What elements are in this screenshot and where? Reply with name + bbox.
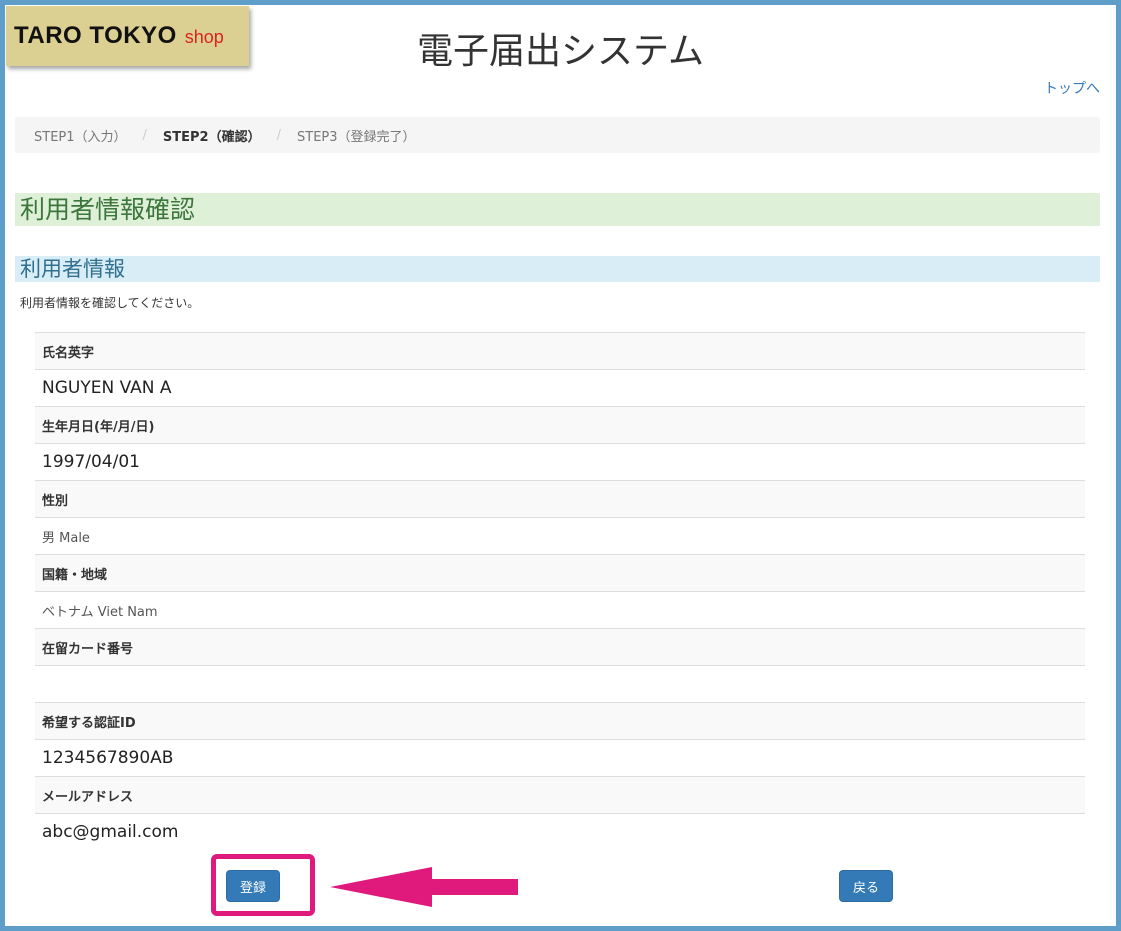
step-2-current: STEP2（確認）	[162, 129, 261, 145]
field-label-birthdate: 生年月日(年/月/日)	[35, 406, 1085, 443]
field-label-nationality: 国籍・地域	[35, 554, 1085, 591]
back-button[interactable]: 戻る	[839, 870, 893, 902]
field-value-name: NGUYEN VAN A	[35, 369, 1085, 406]
field-value-nationality: ベトナム Viet Nam	[35, 591, 1085, 628]
step-separator: /	[142, 127, 147, 143]
register-button[interactable]: 登録	[226, 870, 280, 902]
field-value-auth-id: 1234567890AB	[35, 739, 1085, 776]
step-3: STEP3（登録完了）	[297, 129, 416, 145]
field-value-birthdate: 1997/04/01	[35, 443, 1085, 480]
field-value-email: abc@gmail.com	[35, 813, 1085, 850]
section-title: 利用者情報	[15, 256, 1100, 282]
auth-id-value: 1234567890AB	[42, 748, 174, 768]
step-1: STEP1（入力）	[34, 129, 127, 145]
birthdate-value: 1997/04/01	[42, 452, 140, 472]
field-value-residence-card	[35, 665, 1085, 702]
user-info-table: 氏名英字 NGUYEN VAN A 生年月日(年/月/日) 1997/04/01…	[35, 332, 1085, 850]
system-title: 電子届出システム	[417, 31, 704, 72]
top-page-link[interactable]: トップへ	[1044, 78, 1100, 98]
pointer-arrow-icon	[330, 867, 518, 907]
field-label-email: メールアドレス	[35, 776, 1085, 813]
step-breadcrumb: STEP1（入力） / STEP2（確認） / STEP3（登録完了）	[15, 117, 1100, 153]
gender-value: 男 Male	[42, 530, 90, 546]
field-value-gender: 男 Male	[35, 517, 1085, 554]
field-label-gender: 性別	[35, 480, 1085, 517]
field-label-residence-card: 在留カード番号	[35, 628, 1085, 665]
instruction-text: 利用者情報を確認してください。	[20, 296, 200, 310]
field-label-auth-id: 希望する認証ID	[35, 702, 1085, 739]
name-value: NGUYEN VAN A	[42, 378, 172, 398]
step-separator: /	[276, 127, 281, 143]
field-label-name: 氏名英字	[35, 332, 1085, 369]
email-value: abc@gmail.com	[42, 822, 179, 842]
nationality-value: ベトナム Viet Nam	[42, 604, 158, 620]
page-heading: 利用者情報確認	[15, 193, 1100, 226]
